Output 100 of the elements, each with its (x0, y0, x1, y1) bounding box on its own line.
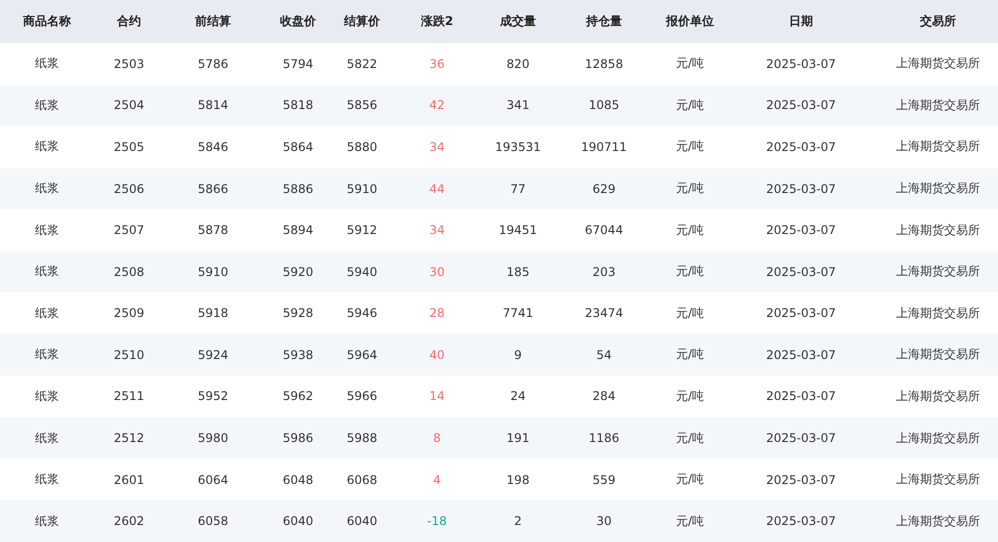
table-cell: 2025-03-07 (766, 306, 836, 320)
table-cell: 5986 (282, 431, 314, 446)
table-cell: 5938 (282, 348, 314, 362)
table-cell: 5786 (198, 56, 228, 71)
table-cell: 2 (514, 514, 522, 528)
table-cell: 2601 (114, 472, 144, 487)
table-cell: 上海期货交易所 (896, 138, 980, 156)
table-cell: 上海期货交易所 (896, 430, 980, 447)
table-cell: 2025-03-07 (766, 98, 836, 112)
table-cell: 5878 (198, 223, 228, 238)
table-cell: 上海期货交易所 (896, 55, 980, 72)
table-cell: 4 (433, 472, 441, 487)
table-cell: 纸浆 (35, 388, 59, 405)
table-cell: 上海期货交易所 (896, 222, 980, 239)
table-cell: 上海期货交易所 (896, 471, 980, 488)
table-cell: 67044 (584, 223, 624, 238)
table-cell: 1085 (588, 98, 620, 112)
table-cell: 上海期货交易所 (896, 96, 980, 114)
table-cell: 纸浆 (35, 512, 59, 530)
table-cell: 2025-03-07 (766, 431, 836, 446)
table-cell: 5912 (346, 223, 378, 238)
table-cell: 198 (506, 472, 530, 487)
column-header: 持仓量 (586, 13, 622, 30)
table-cell: 34 (429, 140, 445, 154)
table-cell: 2025-03-07 (766, 182, 836, 196)
table-cell: 纸浆 (35, 471, 59, 488)
table-cell: 5910 (198, 264, 228, 279)
table-cell: 5928 (282, 306, 314, 320)
table-cell: 2511 (114, 389, 144, 404)
table-cell: 190711 (581, 140, 627, 154)
table-cell: 纸浆 (35, 180, 59, 198)
table-cell: 2510 (114, 348, 144, 362)
table-cell: 5886 (282, 182, 314, 196)
table-cell: 5940 (346, 264, 378, 279)
table-cell: 2509 (114, 306, 144, 320)
table-cell: 元/吨 (676, 512, 704, 530)
table-cell: 元/吨 (676, 222, 704, 239)
table-cell: 元/吨 (676, 304, 704, 322)
table-cell: 23474 (584, 306, 624, 320)
table-cell: 5918 (198, 306, 228, 320)
table-cell: 5822 (346, 56, 378, 71)
table-cell: 5980 (198, 431, 228, 446)
table-cell: 820 (506, 56, 530, 71)
table-cell: 5846 (198, 140, 228, 154)
table-cell: 2025-03-07 (766, 56, 836, 71)
table-cell: 5864 (282, 140, 314, 154)
table-cell: 77 (510, 182, 526, 196)
table-cell: 5866 (198, 182, 228, 196)
table-cell: 559 (592, 472, 616, 487)
table-cell: 12858 (584, 56, 624, 71)
table-cell: 6040 (282, 514, 314, 528)
table-cell: 185 (506, 264, 530, 279)
table-cell: 5988 (346, 431, 378, 446)
table-cell: 5818 (282, 98, 314, 112)
table-cell: 5880 (346, 140, 378, 154)
table-cell: 上海期货交易所 (896, 346, 980, 364)
table-cell: 2508 (114, 264, 144, 279)
table-cell: -18 (427, 514, 447, 528)
table-cell: 54 (596, 348, 612, 362)
table-cell: 2504 (114, 98, 144, 112)
table-cell: 纸浆 (35, 55, 59, 72)
table-cell: 纸浆 (35, 263, 59, 280)
table-cell: 纸浆 (35, 222, 59, 239)
table-cell: 2025-03-07 (766, 223, 836, 238)
column-header: 涨跌2 (420, 13, 454, 30)
table-cell: 纸浆 (35, 304, 59, 322)
table-cell: 元/吨 (676, 471, 704, 488)
table-cell: 19451 (498, 223, 538, 238)
table-cell: 284 (592, 389, 616, 404)
table-cell: 5920 (282, 264, 314, 279)
table-cell: 2025-03-07 (766, 140, 836, 154)
table-cell: 上海期货交易所 (896, 304, 980, 322)
table-cell: 元/吨 (676, 263, 704, 280)
table-cell: 5814 (198, 98, 228, 112)
table-cell: 2025-03-07 (766, 348, 836, 362)
table-cell: 30 (429, 264, 445, 279)
column-header: 收盘价 (280, 13, 316, 30)
table-cell: 30 (596, 514, 612, 528)
table-cell: 上海期货交易所 (896, 180, 980, 198)
table-cell: 5964 (346, 348, 378, 362)
table-cell: 5924 (198, 348, 228, 362)
table-cell: 元/吨 (676, 430, 704, 447)
table-cell: 元/吨 (676, 388, 704, 405)
table-cell: 2025-03-07 (766, 514, 836, 528)
table-cell: 元/吨 (676, 180, 704, 198)
table-cell: 元/吨 (676, 55, 704, 72)
table-cell: 9 (514, 348, 522, 362)
column-header: 交易所 (920, 13, 956, 30)
table-cell: 341 (506, 98, 530, 112)
table-cell: 2503 (114, 56, 144, 71)
table-cell: 2602 (114, 514, 144, 528)
column-header: 结算价 (344, 13, 380, 30)
table-cell: 191 (506, 431, 530, 446)
column-header: 商品名称 (23, 13, 71, 30)
table-cell: 6040 (346, 514, 378, 528)
column-header: 成交量 (500, 13, 536, 30)
table-cell: 7741 (502, 306, 534, 320)
column-header: 合约 (117, 13, 141, 30)
table-cell: 5966 (346, 389, 378, 404)
table-cell: 上海期货交易所 (896, 388, 980, 405)
